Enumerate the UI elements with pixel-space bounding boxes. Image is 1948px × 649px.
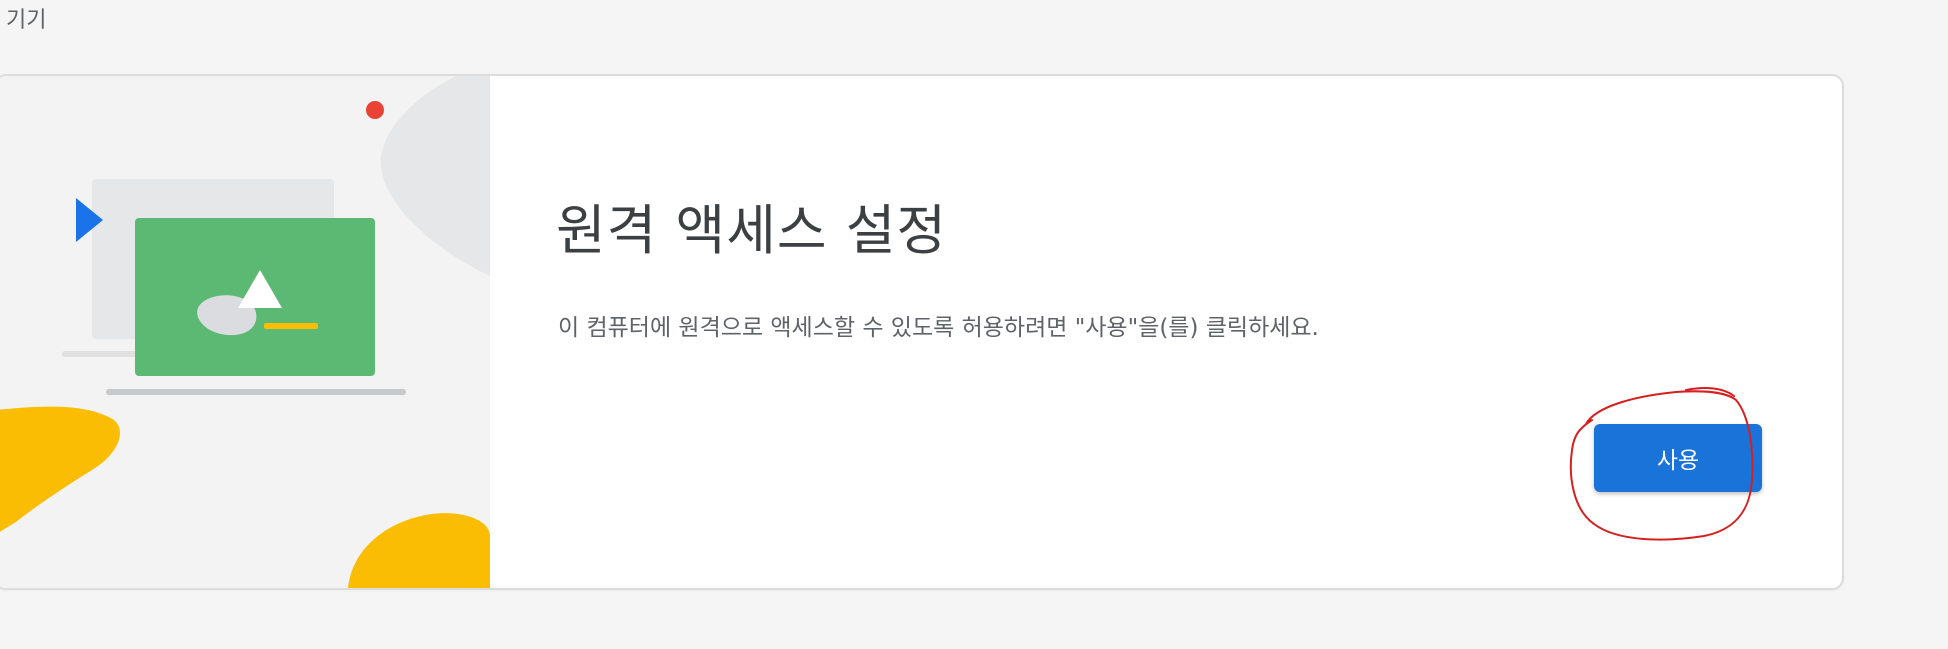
card-title: 원격 액세스 설정 [556,199,948,262]
remote-access-card: 원격 액세스 설정 이 컴퓨터에 원격으로 액세스할 수 있도록 허용하려면 "… [0,74,1844,590]
yellow-bar [264,323,318,329]
remote-desktop-illustration [0,76,490,588]
enable-button[interactable]: 사용 [1594,424,1762,492]
card-content: 원격 액세스 설정 이 컴퓨터에 원격으로 액세스할 수 있도록 허용하려면 "… [490,76,1842,588]
red-dot [366,101,384,119]
monitor-base-line [106,389,406,395]
card-description: 이 컴퓨터에 원격으로 액세스할 수 있도록 허용하려면 "사용"을(를) 클릭… [558,315,1319,341]
section-label-devices: 기기 [6,8,47,33]
illustration-graphic [0,76,490,588]
